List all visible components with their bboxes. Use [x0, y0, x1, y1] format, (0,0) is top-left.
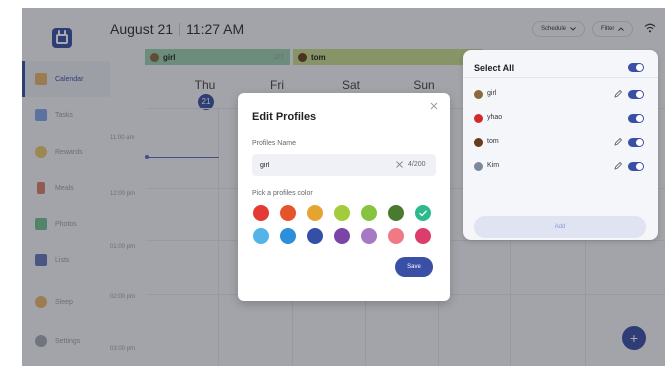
color-swatch[interactable]	[334, 205, 350, 221]
color-swatch[interactable]	[307, 228, 323, 244]
dialog-title: Edit Profiles	[252, 111, 317, 123]
profile-name-label: Profiles Name	[252, 140, 296, 147]
profile-name: tom	[487, 138, 499, 145]
profile-name: Kim	[487, 162, 500, 169]
avatar	[474, 138, 483, 147]
avatar	[474, 90, 483, 99]
add-profile-button[interactable]: Add	[474, 216, 646, 238]
profile-row: tom	[463, 134, 658, 150]
color-swatch[interactable]	[415, 205, 431, 221]
app-window: Calendar Tasks Rewards Meals Photos List…	[22, 8, 665, 366]
color-swatch[interactable]	[415, 228, 431, 244]
profile-name-field[interactable]: 4/200	[252, 154, 436, 176]
color-picker-label: Pick a profiles color	[252, 190, 313, 197]
profile-name-input[interactable]	[260, 159, 380, 171]
close-icon[interactable]	[430, 102, 438, 110]
clear-icon[interactable]	[396, 161, 403, 168]
color-swatch[interactable]	[280, 205, 296, 221]
profile-row: girl	[463, 86, 658, 102]
color-swatch[interactable]	[388, 228, 404, 244]
color-swatch[interactable]	[253, 228, 269, 244]
color-swatch[interactable]	[280, 228, 296, 244]
profile-name: yhao	[487, 114, 503, 121]
color-swatch[interactable]	[334, 228, 350, 244]
color-swatch[interactable]	[361, 228, 377, 244]
avatar	[474, 162, 483, 171]
edit-pencil-icon[interactable]	[613, 161, 623, 171]
profile-row: Kim	[463, 158, 658, 174]
profile-name: girl	[487, 90, 497, 97]
avatar	[474, 114, 483, 123]
profile-toggle[interactable]	[628, 162, 644, 171]
select-all-header: Select All	[463, 54, 658, 78]
edit-pencil-icon[interactable]	[613, 89, 623, 99]
save-button[interactable]: Save	[395, 257, 433, 277]
edit-profiles-dialog: Edit Profiles Profiles Name 4/200 Pick a…	[238, 93, 450, 301]
color-swatch[interactable]	[307, 205, 323, 221]
color-swatch[interactable]	[253, 205, 269, 221]
character-counter: 4/200	[408, 161, 426, 168]
edit-pencil-icon[interactable]	[613, 137, 623, 147]
profile-select-panel: Select All girl yhao tom Kim Add	[463, 50, 658, 240]
profile-toggle[interactable]	[628, 90, 644, 99]
profile-row: yhao	[463, 110, 658, 126]
profile-toggle[interactable]	[628, 114, 644, 123]
checkmark-icon	[419, 210, 427, 217]
select-all-toggle[interactable]	[628, 63, 644, 72]
select-all-label: Select All	[474, 63, 515, 73]
profile-toggle[interactable]	[628, 138, 644, 147]
color-swatch[interactable]	[361, 205, 377, 221]
color-swatch[interactable]	[388, 205, 404, 221]
